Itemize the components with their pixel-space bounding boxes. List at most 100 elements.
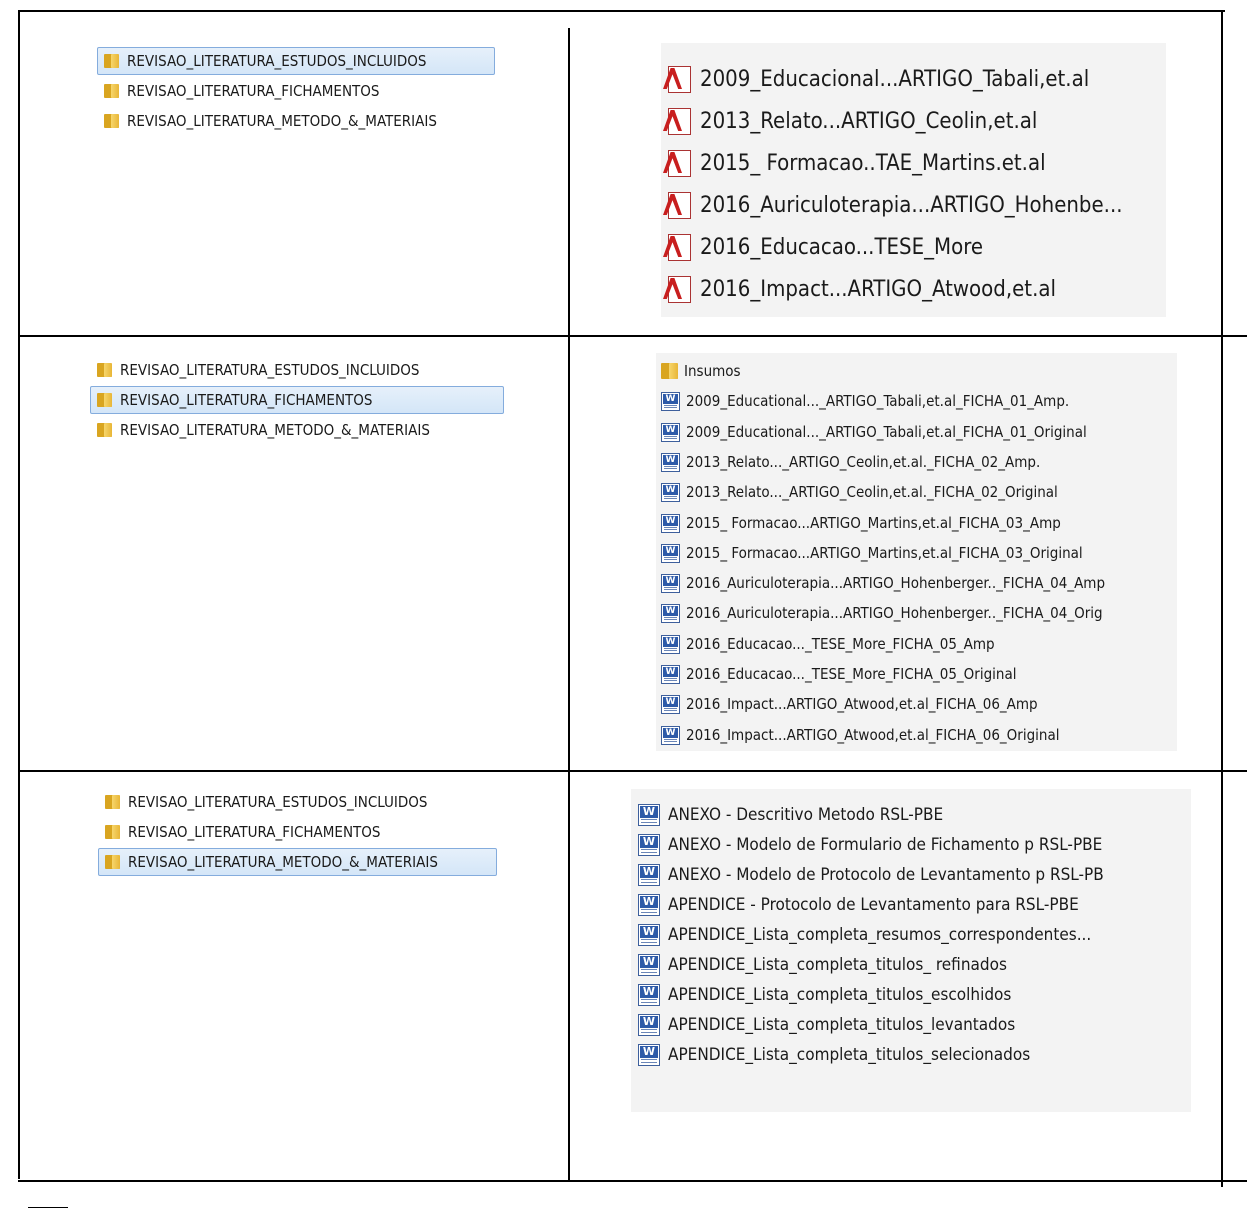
folder-icon (104, 84, 119, 98)
pdf-icon (663, 107, 692, 135)
file-item-2-12[interactable]: W 2016_Impact...ARTIGO_Atwood,et.al_FICHA… (661, 689, 1038, 719)
table-border-top (18, 10, 1225, 12)
file-name: APENDICE_Lista_completa_titulos_selecion… (668, 1045, 1031, 1065)
word-w-glyph: W (640, 955, 658, 969)
file-item-1-5[interactable]: 2016_Educacao...TESE_More (663, 226, 984, 268)
file-item-1-4[interactable]: 2016_Auriculoterapia...ARTIGO_Hohenbe... (663, 184, 1123, 226)
doc-line-shape (641, 879, 657, 880)
file-item-3-2[interactable]: W ANEXO - Modelo de Formulario de Fichame… (638, 830, 1102, 860)
file-item-2-7[interactable]: W 2015_ Formacao...ARTIGO_Martins,et.al_F… (661, 538, 1083, 568)
word-doc-icon: W (638, 804, 660, 826)
pdf-icon (663, 149, 692, 177)
word-doc-icon: W (661, 513, 680, 533)
file-item-2-3[interactable]: W 2009_Educational..._ARTIGO_Tabali,et.al… (661, 417, 1087, 447)
word-doc-icon: W (661, 725, 680, 745)
file-item-1-3[interactable]: 2015_ Formacao..TAE_Martins.et.al (663, 142, 1046, 184)
file-item-3-4[interactable]: W APENDICE - Protocolo de Levantamento pa… (638, 890, 1079, 920)
file-item-2-5[interactable]: W 2013_Relato..._ARTIGO_Ceolin,et.al._FIC… (661, 477, 1058, 507)
doc-line-shape (641, 849, 657, 850)
nav-folder-item-1-1[interactable]: REVISAO_LITERATURA_ESTUDOS_INCLUIDOS (97, 47, 495, 75)
file-item-1-2[interactable]: 2013_Relato...ARTIGO_Ceolin,et.al (663, 100, 1037, 142)
nav-folder-item-1-2[interactable]: REVISAO_LITERATURA_FICHAMENTOS (97, 77, 495, 105)
doc-line-shape (664, 586, 677, 588)
file-name: 2016_Educacao...TESE_More (700, 234, 984, 260)
nav-folder-item-2-1[interactable]: REVISAO_LITERATURA_ESTUDOS_INCLUIDOS (90, 356, 504, 384)
nav-folder-item-2-2[interactable]: REVISAO_LITERATURA_FICHAMENTOS (90, 386, 504, 414)
folder-icon (105, 825, 120, 839)
file-item-3-7[interactable]: W APENDICE_Lista_completa_titulos_escolhi… (638, 980, 1011, 1010)
nav-folder-item-3-2[interactable]: REVISAO_LITERATURA_FICHAMENTOS (98, 818, 497, 846)
word-w-glyph: W (663, 636, 678, 648)
file-item-2-2[interactable]: W 2009_Educational..._ARTIGO_Tabali,et.al… (661, 386, 1069, 416)
file-item-3-9[interactable]: W APENDICE_Lista_completa_titulos_selecio… (638, 1040, 1030, 1070)
nav-folder-item-3-3[interactable]: REVISAO_LITERATURA_METODO_&_MATERIAIS (98, 848, 497, 876)
file-name: ANEXO - Modelo de Protocolo de Levantame… (668, 865, 1104, 885)
doc-line-shape (664, 709, 677, 711)
file-name: 2013_Relato..._ARTIGO_Ceolin,et.al._FICH… (686, 453, 1041, 471)
file-name: ANEXO - Descritivo Metodo RSL-PBE (668, 805, 944, 825)
doc-line-shape (641, 1032, 657, 1033)
word-doc-icon: W (661, 482, 680, 502)
doc-line-shape (641, 942, 657, 943)
table-border-right (1221, 10, 1223, 1187)
doc-line-shape (641, 909, 657, 910)
file-item-2-4[interactable]: W 2013_Relato..._ARTIGO_Ceolin,et.al._FIC… (661, 447, 1040, 477)
folder-icon (105, 795, 120, 809)
nav-folder-label: REVISAO_LITERATURA_FICHAMENTOS (128, 823, 381, 841)
file-item-3-6[interactable]: W APENDICE_Lista_completa_titulos_ refina… (638, 950, 1007, 980)
pdf-icon (663, 191, 692, 219)
doc-line-shape (664, 556, 677, 558)
file-item-2-13[interactable]: W 2016_Impact...ARTIGO_Atwood,et.al_FICHA… (661, 720, 1059, 750)
file-name: APENDICE - Protocolo de Levantamento par… (668, 895, 1079, 915)
file-item-2-10[interactable]: W 2016_Educacao..._TESE_More_FICHA_05_Amp (661, 629, 995, 659)
doc-line-shape (641, 939, 657, 940)
nav-folder-item-2-3[interactable]: REVISAO_LITERATURA_METODO_&_MATERIAIS (90, 416, 504, 444)
word-doc-icon: W (638, 924, 660, 946)
word-doc-icon: W (661, 573, 680, 593)
file-item-3-3[interactable]: W ANEXO - Modelo de Protocolo de Levantam… (638, 860, 1104, 890)
file-name: 2009_Educational..._ARTIGO_Tabali,et.al_… (686, 392, 1070, 410)
word-w-glyph: W (640, 805, 658, 819)
file-item-2-8[interactable]: W 2016_Auriculoterapia...ARTIGO_Hohenberg… (661, 568, 1105, 598)
file-item-2-1[interactable]: Insumos (661, 356, 741, 386)
word-doc-icon: W (638, 954, 660, 976)
word-w-glyph: W (663, 454, 678, 466)
nav-folder-label: REVISAO_LITERATURA_FICHAMENTOS (120, 391, 373, 409)
doc-line-shape (641, 852, 657, 853)
word-doc-icon: W (638, 864, 660, 886)
word-doc-icon: W (661, 664, 680, 684)
folder-front-shape (110, 114, 119, 128)
doc-line-shape (664, 406, 677, 408)
file-item-2-9[interactable]: W 2016_Auriculoterapia...ARTIGO_Hohenberg… (661, 598, 1103, 628)
file-item-1-1[interactable]: 2009_Educacional...ARTIGO_Tabali,et.al (663, 58, 1089, 100)
doc-line-shape (664, 558, 677, 560)
word-doc-icon: W (661, 694, 680, 714)
file-item-2-11[interactable]: W 2016_Educacao..._TESE_More_FICHA_05_Ori… (661, 659, 1016, 689)
word-w-glyph: W (663, 424, 678, 436)
file-item-3-8[interactable]: W APENDICE_Lista_completa_titulos_levanta… (638, 1010, 1015, 1040)
folder-icon (104, 114, 119, 128)
doc-line-shape (664, 616, 677, 618)
nav-folder-label: REVISAO_LITERATURA_METODO_&_MATERIAIS (120, 421, 430, 439)
doc-line-shape (641, 999, 657, 1000)
file-item-3-1[interactable]: W ANEXO - Descritivo Metodo RSL-PBE (638, 800, 943, 830)
word-doc-icon: W (661, 634, 680, 654)
folder-front-shape (110, 84, 119, 98)
word-w-glyph: W (640, 1015, 658, 1029)
doc-line-shape (664, 647, 677, 649)
nav-folder-item-1-3[interactable]: REVISAO_LITERATURA_METODO_&_MATERIAIS (97, 107, 495, 135)
file-item-1-6[interactable]: 2016_Impact...ARTIGO_Atwood,et.al (663, 268, 1056, 310)
nav-folder-label: REVISAO_LITERATURA_ESTUDOS_INCLUIDOS (120, 361, 420, 379)
folder-front-shape (668, 363, 678, 379)
file-item-3-5[interactable]: W APENDICE_Lista_completa_resumos_corresp… (638, 920, 1091, 950)
folder-icon (105, 855, 120, 869)
folder-front-shape (111, 825, 120, 839)
pdf-icon (663, 233, 692, 261)
file-name: 2013_Relato..._ARTIGO_Ceolin,et.al._FICH… (686, 483, 1058, 501)
doc-line-shape (641, 819, 657, 820)
folder-front-shape (103, 363, 112, 377)
nav-folder-item-3-1[interactable]: REVISAO_LITERATURA_ESTUDOS_INCLUIDOS (98, 788, 497, 816)
file-item-2-6[interactable]: W 2015_ Formacao...ARTIGO_Martins,et.al_F… (661, 508, 1061, 538)
column-divider (568, 28, 570, 1182)
doc-line-shape (664, 497, 677, 499)
